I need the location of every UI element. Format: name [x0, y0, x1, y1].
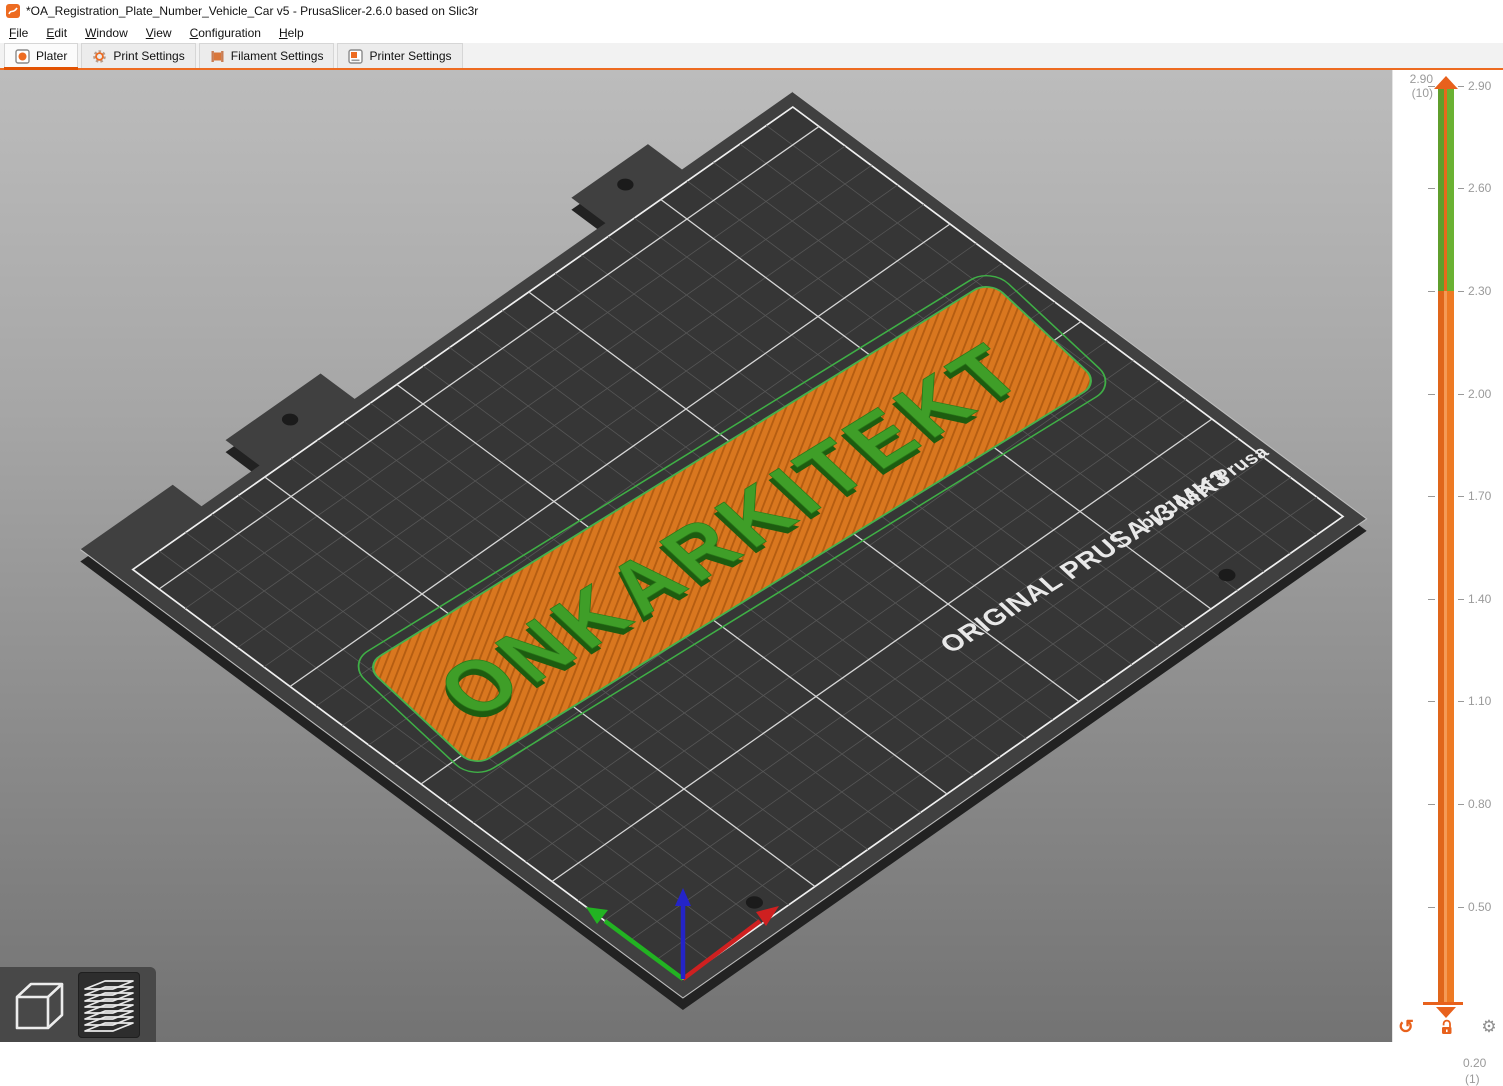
- open-lock-icon: [1442, 1019, 1452, 1034]
- 3d-viewport[interactable]: ORIGINAL PRUSA i3 MK3 by Josef Prusa ONK…: [0, 70, 1392, 1042]
- prusaslicer-logo-icon: [6, 4, 20, 18]
- menu-edit[interactable]: Edit: [37, 24, 76, 42]
- tick-row: 2.30: [1428, 284, 1491, 298]
- scene-canvas: ORIGINAL PRUSA i3 MK3 by Josef Prusa ONK…: [79, 91, 1368, 1011]
- slider-bottom-value: 0.20: [1463, 1056, 1487, 1070]
- menu-help[interactable]: Help: [270, 24, 313, 42]
- tick-row: 0.50: [1428, 900, 1491, 914]
- tab-filament-settings[interactable]: Filament Settings: [198, 43, 335, 68]
- view-mode-toolbar: [0, 967, 156, 1042]
- settings-tab-bar: Plater Print Settings Filament Settings …: [0, 43, 1503, 70]
- tick-row: 2.00: [1428, 387, 1491, 401]
- tab-print-settings[interactable]: Print Settings: [81, 43, 196, 68]
- menu-configuration[interactable]: Configuration: [181, 24, 270, 42]
- lock-button[interactable]: [1436, 1016, 1456, 1038]
- slider-lower-thumb[interactable]: [1423, 1002, 1463, 1005]
- menu-file[interactable]: File: [0, 24, 37, 42]
- menu-window[interactable]: Window: [76, 24, 137, 42]
- tick-row: 1.70: [1428, 489, 1491, 503]
- plater-icon: [15, 48, 30, 64]
- slider-bottom-layer-count: (1): [1465, 1072, 1480, 1086]
- cube-icon: [15, 982, 64, 1029]
- tab-printer-settings[interactable]: Printer Settings: [337, 43, 463, 68]
- tab-plater[interactable]: Plater: [4, 43, 79, 70]
- slider-settings-gear-icon[interactable]: ⚙: [1479, 1016, 1499, 1038]
- layer-slider-panel: 2.90 (10) 2.90 2.60 2.30 2.00 1.70 1.40 …: [1392, 70, 1503, 1086]
- title-bar: *OA_Registration_Plate_Number_Vehicle_Ca…: [0, 0, 1503, 22]
- layer-slider-track[interactable]: [1438, 86, 1454, 1004]
- discard-changes-button[interactable]: ↺: [1396, 1016, 1416, 1038]
- preview-layers-view-button[interactable]: [78, 971, 140, 1038]
- slider-actions: ↺ ⚙: [1393, 1016, 1503, 1042]
- 3d-editor-view-button[interactable]: [8, 972, 70, 1038]
- tick-row: 0.80: [1428, 797, 1491, 811]
- tick-row: 1.40: [1428, 592, 1491, 606]
- tick-row: 1.10: [1428, 694, 1491, 708]
- printer-icon: [348, 48, 364, 64]
- menu-view[interactable]: View: [137, 24, 181, 42]
- menu-bar: File Edit Window View Configuration Help: [0, 22, 1503, 43]
- window-title: *OA_Registration_Plate_Number_Vehicle_Ca…: [26, 4, 479, 18]
- tick-row: 2.60: [1428, 181, 1491, 195]
- tick-row: 2.90: [1428, 79, 1491, 93]
- layers-icon: [84, 979, 134, 1032]
- print-settings-gear-icon: [93, 49, 107, 63]
- filament-spool-icon: [211, 50, 224, 62]
